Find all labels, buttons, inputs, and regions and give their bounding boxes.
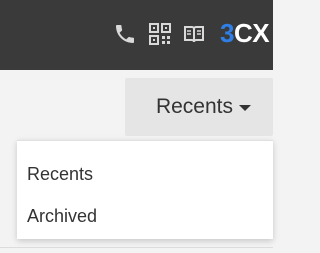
phone-icon[interactable]	[113, 22, 137, 46]
caret-down-icon	[239, 105, 251, 111]
brand-text: CX	[233, 18, 270, 48]
qr-code-icon[interactable]	[148, 22, 172, 46]
menu-item-archived[interactable]: Archived	[27, 205, 97, 227]
recents-dropdown-button[interactable]: Recents	[125, 78, 273, 136]
bottom-divider	[0, 247, 273, 248]
top-toolbar: 3CX	[0, 0, 273, 70]
dropdown-selected-label: Recents	[155, 95, 233, 118]
menu-item-recents[interactable]: Recents	[27, 163, 93, 185]
brand-logo: 3CX	[220, 18, 270, 48]
book-icon[interactable]	[182, 22, 206, 46]
dropdown-menu: Recents Archived	[17, 140, 273, 239]
brand-number: 3	[220, 18, 234, 48]
